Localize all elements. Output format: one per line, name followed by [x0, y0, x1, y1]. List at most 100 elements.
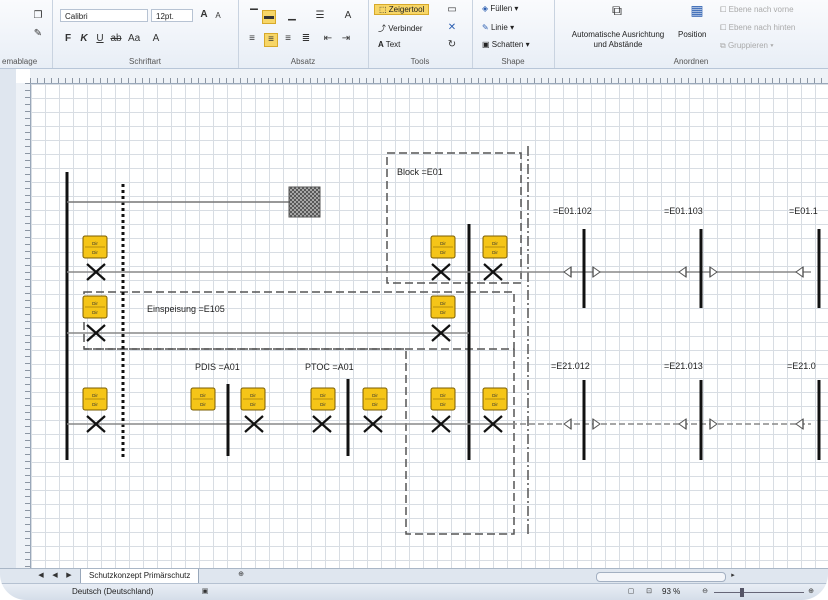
relay-device[interactable]: Dir Dir: [82, 387, 108, 411]
tools-group: ⬚ Zeigertool ▭ ⤴ Verbinder ✕ A Text ↻ To…: [368, 0, 473, 68]
relay-text: Dir: [440, 241, 446, 246]
bottom-label-3[interactable]: =E21.0: [787, 361, 816, 371]
format-painter-icon[interactable]: ✎: [32, 28, 44, 40]
shapes-pane-collapsed[interactable]: [0, 69, 16, 569]
text-direction-icon[interactable]: A: [342, 10, 354, 22]
transformer-block[interactable]: [288, 186, 321, 218]
italic-button[interactable]: K: [78, 33, 90, 45]
group-icon: ⧉: [720, 41, 728, 50]
bottom-label-2[interactable]: =E21.013: [664, 361, 703, 371]
bottom-label-1[interactable]: =E21.012: [551, 361, 590, 371]
rectangle-tool-icon[interactable]: ▭: [446, 4, 458, 16]
relay-device[interactable]: Dir Dir: [482, 387, 508, 411]
relay-device[interactable]: Dir Dir: [82, 295, 108, 319]
delete-connector-icon[interactable]: ✕: [446, 22, 458, 34]
block-e01-label[interactable]: Block =E01: [397, 167, 443, 177]
relay-device[interactable]: Dir Dir: [482, 235, 508, 259]
next-page-icon[interactable]: ▶: [64, 571, 74, 581]
fit-page-icon[interactable]: ⊡: [644, 587, 654, 597]
zoom-out-icon[interactable]: ⊖: [700, 587, 710, 597]
insert-page-icon[interactable]: ⊕: [236, 570, 246, 580]
horizontal-scrollbar[interactable]: [596, 572, 726, 582]
first-page-icon[interactable]: ◀: [36, 571, 46, 581]
current-transformer-symbol[interactable]: [795, 266, 804, 278]
current-transformer-symbol[interactable]: [563, 266, 572, 278]
relay-device[interactable]: Dir Dir: [430, 295, 456, 319]
current-transformer-symbol[interactable]: [592, 418, 601, 430]
pdis-label[interactable]: PDIS =A01: [195, 362, 240, 372]
ribbon: ❐ ✎ emablage Calibri 12pt. A A F K U ab …: [0, 0, 828, 69]
pointer-tool-button[interactable]: ⬚ Zeigertool: [374, 4, 430, 15]
group-button[interactable]: ⧉ Gruppieren ▾: [720, 41, 774, 51]
scroll-right-icon[interactable]: ▸: [728, 571, 738, 581]
pointer-icon: ⬚: [379, 5, 389, 14]
line-button[interactable]: ✎ Linie ▾: [482, 23, 514, 32]
relay-device[interactable]: Dir Dir: [362, 387, 388, 411]
connector-tool-button[interactable]: ⤴ Verbinder: [378, 23, 422, 34]
strikethrough-icon[interactable]: ab: [110, 33, 122, 45]
relay-device[interactable]: Dir Dir: [240, 387, 266, 411]
prev-page-icon[interactable]: ◀: [50, 571, 60, 581]
current-transformer-symbol[interactable]: [795, 418, 804, 430]
ptoc-label[interactable]: PTOC =A01: [305, 362, 354, 372]
zoom-in-icon[interactable]: ⊕: [806, 587, 816, 597]
protection-diagram[interactable]: DirDirDirDirDirDirDirDirDirDirDirDirDirD…: [31, 84, 828, 568]
pdis-ptoc-frame[interactable]: [84, 348, 515, 535]
auto-align-button[interactable]: Automatische Ausrichtung und Abstände: [560, 30, 676, 50]
macro-icon[interactable]: ▣: [200, 587, 210, 597]
top-label-2[interactable]: =E01.103: [664, 206, 703, 216]
shadow-button[interactable]: ▣ Schatten ▾: [482, 40, 530, 49]
connection-point-icon[interactable]: ↻: [446, 39, 458, 51]
current-transformer-symbol[interactable]: [678, 266, 687, 278]
align-middle-icon[interactable]: ▬: [262, 10, 276, 24]
text-tool-button[interactable]: A Text: [378, 40, 400, 49]
auto-align-label-line1: Automatische Ausrichtung: [571, 30, 665, 39]
align-bottom-icon[interactable]: ▁: [286, 10, 298, 22]
position-button[interactable]: Position: [678, 30, 706, 39]
current-transformer-symbol[interactable]: [592, 266, 601, 278]
current-transformer-symbol[interactable]: [563, 418, 572, 430]
shrink-font-icon[interactable]: A: [212, 10, 224, 22]
decrease-indent-icon[interactable]: ⇤: [322, 33, 334, 45]
page-tab[interactable]: Schutzkonzept Primärschutz: [80, 569, 200, 584]
language-status[interactable]: Deutsch (Deutschland): [72, 587, 153, 596]
drawing-canvas[interactable]: Dir Dir Dir Dir Dir Dir Dir Dir Dir Dir Dir Dir Dir D…: [31, 84, 828, 568]
align-left-icon[interactable]: ≡: [246, 33, 258, 45]
relay-device[interactable]: Dir Dir: [310, 387, 336, 411]
paragraph-group: ▬ ▔ ▁ ☰ A ≡ ≡ ≡ ≣ ⇤ ⇥ Absatz: [238, 0, 369, 68]
increase-indent-icon[interactable]: ⇥: [340, 33, 352, 45]
relay-device[interactable]: Dir Dir: [82, 235, 108, 259]
full-screen-icon[interactable]: ▢: [626, 587, 636, 597]
bring-forward-button[interactable]: ⧠ Ebene nach vorne: [720, 5, 794, 15]
top-label-1[interactable]: =E01.102: [553, 206, 592, 216]
copy-icon[interactable]: ❐: [32, 10, 44, 22]
case-icon[interactable]: Aa: [128, 33, 140, 45]
align-right-icon[interactable]: ≡: [282, 33, 294, 45]
relay-device[interactable]: Dir Dir: [190, 387, 216, 411]
zoom-slider-thumb[interactable]: [740, 588, 744, 597]
fill-button[interactable]: ◈ Füllen ▾: [482, 4, 518, 13]
send-back-button[interactable]: ⧠ Ebene nach hinten: [720, 23, 795, 33]
status-bar: Deutsch (Deutschland) ▣ ▢ ⊡ 93 % ⊖ ⊕: [0, 583, 828, 600]
current-transformer-symbol[interactable]: [709, 266, 718, 278]
feed-e105-label[interactable]: Einspeisung =E105: [147, 304, 225, 314]
align-top-icon[interactable]: ▔: [248, 10, 260, 22]
text-tool-label: Text: [385, 40, 401, 49]
zoom-slider[interactable]: [714, 592, 804, 593]
font-color-icon[interactable]: A: [150, 33, 162, 45]
relay-device[interactable]: Dir Dir: [430, 235, 456, 259]
font-name-select[interactable]: Calibri: [60, 9, 148, 22]
grow-font-icon[interactable]: A: [198, 9, 210, 21]
relay-device[interactable]: Dir Dir: [430, 387, 456, 411]
current-transformer-symbol[interactable]: [709, 418, 718, 430]
font-size-select[interactable]: 12pt.: [151, 9, 193, 22]
top-label-3[interactable]: =E01.1: [789, 206, 818, 216]
relay-text: Dir: [492, 241, 498, 246]
zoom-level[interactable]: 93 %: [662, 587, 680, 596]
underline-button[interactable]: U: [94, 33, 106, 45]
bullets-icon[interactable]: ☰: [314, 10, 326, 22]
bold-button[interactable]: F: [62, 33, 74, 45]
current-transformer-symbol[interactable]: [678, 418, 687, 430]
justify-icon[interactable]: ≣: [300, 33, 312, 45]
align-center-icon[interactable]: ≡: [264, 33, 278, 47]
